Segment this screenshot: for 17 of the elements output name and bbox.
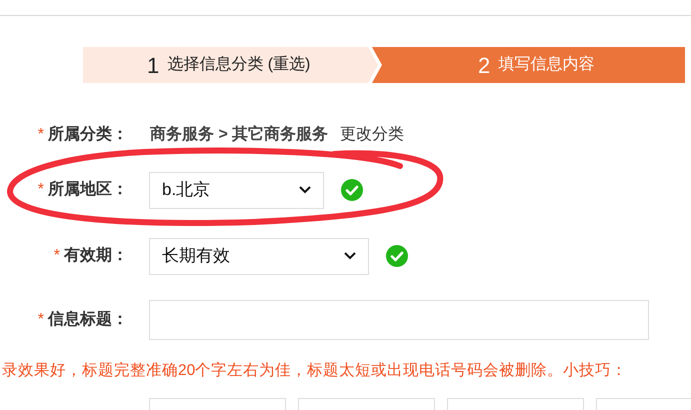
required-mark: *	[38, 180, 44, 200]
required-mark: *	[54, 246, 60, 266]
field-label: 有效期：	[64, 246, 128, 266]
category-path: 商务服务 > 其它商务服务	[150, 124, 328, 145]
chevron-down-icon	[344, 252, 356, 260]
select-field[interactable]: b.北京	[149, 172, 324, 208]
required-mark: *	[38, 125, 44, 145]
title-input[interactable]	[149, 300, 649, 340]
hint-text: 录效果好，标题完整准确20个字左右为佳，标题太短或出现电话号码会被删除。小技巧：	[2, 360, 628, 381]
field-label: 信息标题：	[48, 310, 128, 330]
chevron-down-icon	[299, 186, 311, 194]
select-field[interactable]: 长期有效	[149, 238, 369, 274]
field-label: 所属分类：	[48, 124, 128, 145]
change-category-link[interactable]: 更改分类	[340, 123, 404, 147]
field-label: 所属地区：	[48, 180, 128, 200]
step-tab[interactable]: 1 选择信息分类 (重选)	[83, 47, 378, 83]
required-mark: *	[38, 310, 44, 330]
